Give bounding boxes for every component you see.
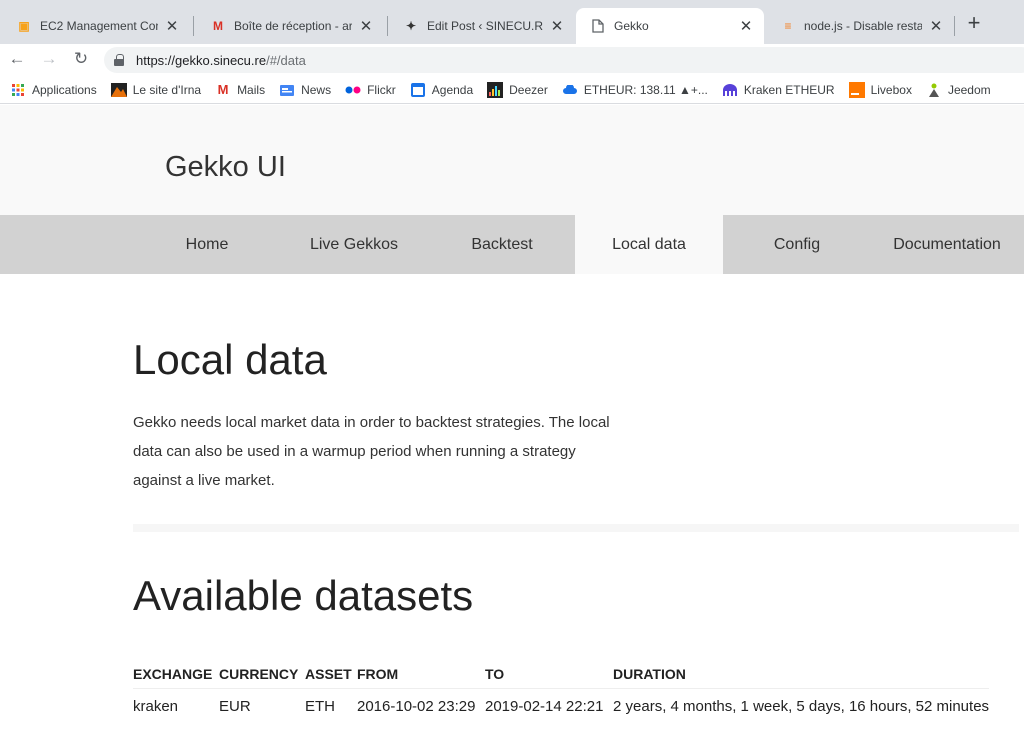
tab-title: Boîte de réception - arn xyxy=(234,19,352,33)
cell-asset: ETH xyxy=(305,688,357,721)
bookmark-news[interactable]: News xyxy=(279,82,331,98)
cell-currency: EUR xyxy=(219,688,305,721)
close-icon[interactable]: ✕ xyxy=(549,17,565,35)
col-duration: DURATION xyxy=(613,666,686,682)
bookmark-agenda[interactable]: Agenda xyxy=(410,82,473,98)
back-arrow-icon[interactable]: ← xyxy=(6,48,28,70)
mountain-icon xyxy=(110,82,127,98)
calendar-icon xyxy=(410,82,426,98)
page-title: Local data xyxy=(133,336,327,383)
bookmark-label: Deezer xyxy=(509,82,548,97)
cell-to: 2019-02-14 22:21 xyxy=(485,688,613,721)
table-header-row: EXCHANGE CURRENCY ASSET FROM TO DURATION xyxy=(133,666,989,689)
bookmark-label: Jeedom xyxy=(947,82,991,97)
gmail-icon: M xyxy=(213,19,223,33)
close-icon[interactable]: ✕ xyxy=(358,17,374,35)
bookmark-deezer[interactable]: Deezer xyxy=(487,81,548,98)
nav-documentation[interactable]: Documentation xyxy=(870,215,1024,274)
col-asset: ASSET xyxy=(305,666,352,682)
tab-separator xyxy=(387,16,388,36)
close-icon[interactable]: ✕ xyxy=(164,17,180,35)
bookmark-flickr[interactable]: Flickr xyxy=(345,82,396,98)
browser-tab-wordpress[interactable]: ✦ Edit Post ‹ SINECU.RE — ✕ xyxy=(389,8,575,44)
forward-arrow-icon[interactable]: → xyxy=(38,48,60,70)
section-divider xyxy=(133,524,1019,532)
bookmark-label: Agenda xyxy=(431,82,474,97)
gmail-icon: M xyxy=(217,82,229,97)
bookmark-etheur[interactable]: ETHEUR: 138.11 ▲+... xyxy=(562,82,708,98)
url-host: https://gekko.sinecu.re xyxy=(136,52,267,68)
browser-tab-stackoverflow[interactable]: ≡ node.js - Disable restart ✕ xyxy=(766,8,954,44)
col-currency: CURRENCY xyxy=(219,666,299,682)
orange-icon xyxy=(848,81,865,98)
bookmark-label: Livebox xyxy=(870,82,912,97)
col-from: FROM xyxy=(357,666,399,682)
datasets-table: EXCHANGE CURRENCY ASSET FROM TO DURATION… xyxy=(133,666,990,721)
url-path: /#/data xyxy=(266,52,306,68)
bookmark-jeedom[interactable]: Jeedom xyxy=(926,82,991,98)
bookmark-label: ETHEUR: 138.11 ▲+... xyxy=(583,82,708,97)
bookmark-mails[interactable]: M Mails xyxy=(215,82,265,98)
flickr-icon xyxy=(345,82,361,98)
tab-title: EC2 Management Conso xyxy=(40,19,158,33)
lock-icon xyxy=(114,54,124,66)
tab-title: Gekko xyxy=(614,19,649,33)
site-header: Gekko UI xyxy=(0,105,1024,215)
nav-local-data[interactable]: Local data xyxy=(575,215,723,274)
nav-live-gekkos[interactable]: Live Gekkos xyxy=(280,215,428,274)
close-icon[interactable]: ✕ xyxy=(928,17,944,35)
bookmark-livebox[interactable]: Livebox xyxy=(848,81,912,98)
tab-title: Edit Post ‹ SINECU.RE — xyxy=(427,19,543,33)
cell-exchange: kraken xyxy=(133,688,219,721)
bookmark-label: Kraken ETHEUR xyxy=(743,82,835,97)
browser-tab-gekko[interactable]: Gekko ✕ xyxy=(576,8,764,44)
tab-separator xyxy=(954,16,955,36)
col-to: TO xyxy=(485,666,505,682)
tab-title: node.js - Disable restart xyxy=(804,19,922,33)
bookmark-applications[interactable]: Applications xyxy=(10,82,97,98)
cloud-icon xyxy=(562,82,578,98)
close-icon[interactable]: ✕ xyxy=(738,17,754,35)
bookmark-label: News xyxy=(301,82,332,97)
new-tab-button[interactable]: + xyxy=(962,12,986,36)
main-nav: Home Live Gekkos Backtest Local data Con… xyxy=(0,215,1024,274)
browser-toolbar: ← → ↻ https://gekko.sinecu.re/#/data xyxy=(0,44,1024,74)
wordpress-person-icon: ✦ xyxy=(405,19,417,33)
col-exchange: EXCHANGE xyxy=(133,666,213,682)
stackoverflow-icon: ≡ xyxy=(784,19,792,33)
bookmark-label: Mails xyxy=(237,82,266,97)
brand-title[interactable]: Gekko UI xyxy=(165,151,286,184)
bookmark-label: Applications xyxy=(32,82,97,97)
bookmarks-bar: Applications Le site d'Irna M Mails News… xyxy=(0,76,1024,104)
document-icon xyxy=(590,18,606,34)
address-bar[interactable]: https://gekko.sinecu.re/#/data xyxy=(104,47,1024,73)
bookmark-kraken[interactable]: Kraken ETHEUR xyxy=(722,82,835,98)
datasets-title: Available datasets xyxy=(133,572,474,619)
nav-backtest[interactable]: Backtest xyxy=(428,215,576,274)
kraken-icon xyxy=(722,82,738,98)
tab-separator xyxy=(193,16,194,36)
nav-config[interactable]: Config xyxy=(723,215,871,274)
browser-tab-gmail[interactable]: M Boîte de réception - arn ✕ xyxy=(196,8,384,44)
reload-icon[interactable]: ↻ xyxy=(70,48,92,70)
bookmark-site-irna[interactable]: Le site d'Irna xyxy=(110,82,202,98)
apps-grid-icon xyxy=(10,82,26,98)
jeedom-icon xyxy=(926,82,942,98)
aws-box-icon: ▣ xyxy=(18,19,30,33)
cell-duration: 2 years, 4 months, 1 week, 5 days, 16 ho… xyxy=(613,688,990,721)
nav-home[interactable]: Home xyxy=(133,215,281,274)
bookmark-label: Flickr xyxy=(367,82,396,97)
news-icon xyxy=(279,82,295,98)
intro-text: Gekko needs local market data in order t… xyxy=(133,414,610,489)
table-row: kraken EUR ETH 2016-10-02 23:29 2019-02-… xyxy=(133,688,990,721)
cell-from: 2016-10-02 23:29 xyxy=(357,688,485,721)
browser-tab-ec2[interactable]: ▣ EC2 Management Conso ✕ xyxy=(2,8,190,44)
browser-tab-strip: ▣ EC2 Management Conso ✕ M Boîte de réce… xyxy=(0,0,1024,44)
deezer-icon xyxy=(487,81,504,98)
bookmark-label: Le site d'Irna xyxy=(132,82,202,97)
